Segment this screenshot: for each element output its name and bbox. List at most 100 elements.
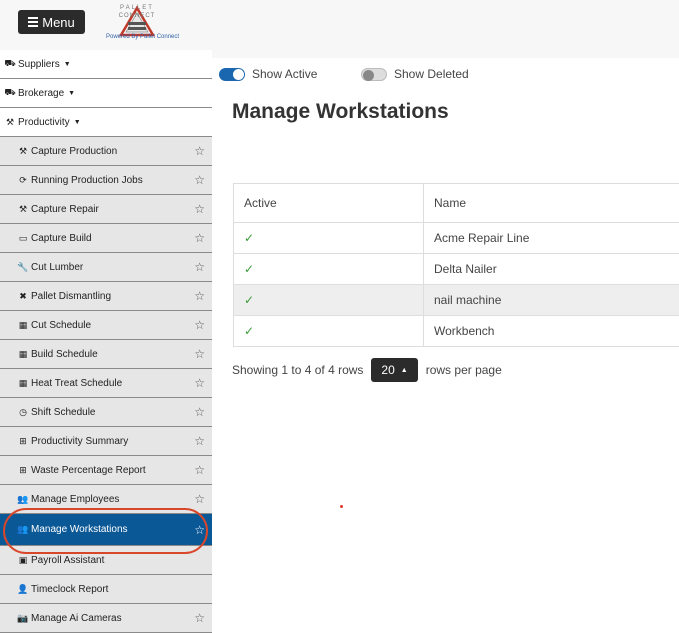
- sidebar-item-label: Running Production Jobs: [31, 174, 143, 186]
- sidebar-item-label: Manage Employees: [31, 493, 120, 505]
- sidebar-section-label: Brokerage: [18, 87, 65, 99]
- star-icon[interactable]: ☆: [194, 347, 205, 361]
- sidebar-item-timeclock-report[interactable]: 👤 Timeclock Report: [0, 575, 212, 604]
- caret-down-icon: ▼: [73, 118, 81, 126]
- table-row[interactable]: ✓ nail machine: [233, 284, 679, 316]
- sidebar-item-label: Capture Production: [31, 145, 118, 157]
- page-title: Manage Workstations: [232, 100, 449, 123]
- menu-button-label: Menu: [42, 14, 75, 30]
- table-row[interactable]: ✓ Acme Repair Line: [233, 222, 679, 254]
- star-icon[interactable]: ☆: [194, 405, 205, 419]
- sidebar-item-label: Build Schedule: [31, 348, 98, 360]
- active-check-icon: ✓: [233, 315, 424, 347]
- workstation-name: Delta Nailer: [423, 253, 679, 285]
- show-active-label: Show Active: [252, 67, 318, 81]
- star-icon[interactable]: ☆: [194, 318, 205, 332]
- star-icon[interactable]: ☆: [194, 492, 205, 506]
- star-icon[interactable]: ☆: [194, 260, 205, 274]
- sidebar-item-waste-percentage-report[interactable]: ⊞ Waste Percentage Report ☆: [0, 456, 212, 485]
- show-deleted-label: Show Deleted: [394, 67, 469, 81]
- active-check-icon: ✓: [233, 284, 424, 316]
- workstation-name: Workbench: [423, 315, 679, 347]
- ruler-icon: ▭: [18, 232, 28, 243]
- page-size-dropdown[interactable]: 20 ▲: [371, 358, 418, 382]
- sidebar-item-cut-schedule[interactable]: ▦ Cut Schedule ☆: [0, 311, 212, 340]
- calendar-icon: ▦: [18, 348, 28, 359]
- workstation-name: nail machine: [423, 284, 679, 316]
- sidebar-item-shift-schedule[interactable]: ◷ Shift Schedule ☆: [0, 398, 212, 427]
- star-icon[interactable]: ☆: [194, 611, 205, 625]
- show-deleted-toggle[interactable]: Show Deleted: [361, 67, 469, 81]
- sidebar-item-label: Shift Schedule: [31, 406, 96, 418]
- refresh-icon: ⟳: [19, 174, 27, 185]
- active-check-icon: ✓: [233, 253, 424, 285]
- sidebar-item-capture-build[interactable]: ▭ Capture Build ☆: [0, 224, 212, 253]
- star-icon[interactable]: ☆: [194, 144, 205, 158]
- star-icon[interactable]: ☆: [194, 376, 205, 390]
- hamburger-icon: [28, 15, 39, 29]
- star-icon[interactable]: ☆: [194, 202, 205, 216]
- pagination-suffix: rows per page: [425, 363, 502, 377]
- sidebar-item-label: Timeclock Report: [31, 583, 109, 595]
- sidebar-item-payroll-assistant[interactable]: ▣ Payroll Assistant: [0, 546, 212, 575]
- hammer-icon: ⚒: [18, 203, 28, 214]
- sidebar-item-label: Pallet Dismantling: [31, 290, 112, 302]
- sidebar-item-pallet-dismantling[interactable]: ✖ Pallet Dismantling ☆: [0, 282, 212, 311]
- star-icon[interactable]: ☆: [194, 289, 205, 303]
- sidebar-item-cut-lumber[interactable]: 🔧 Cut Lumber ☆: [0, 253, 212, 282]
- calendar-icon: ▦: [18, 319, 28, 330]
- svg-text:CONNECT: CONNECT: [119, 13, 156, 19]
- table-header-row: Active Name: [233, 183, 679, 223]
- sidebar-item-label: Capture Build: [31, 232, 92, 244]
- user-clock-icon: 👤: [17, 583, 29, 594]
- truck-icon: ⛟: [4, 87, 16, 97]
- star-icon[interactable]: ☆: [194, 523, 205, 537]
- star-icon[interactable]: ☆: [194, 463, 205, 477]
- pagination-info: Showing 1 to 4 of 4 rows: [232, 363, 364, 377]
- table-row[interactable]: ✓ Workbench: [233, 315, 679, 347]
- sidebar-item-label: Capture Repair: [31, 203, 99, 215]
- sidebar-item-running-production-jobs[interactable]: ⟳ Running Production Jobs ☆: [0, 166, 212, 195]
- toggle-switch[interactable]: [219, 67, 245, 81]
- sidebar-section-brokerage[interactable]: ⛟ Brokerage ▼: [0, 79, 212, 108]
- sidebar-item-build-schedule[interactable]: ▦ Build Schedule ☆: [0, 340, 212, 369]
- hammer-icon: ⚒: [5, 116, 15, 127]
- cursor-dot: [340, 505, 343, 508]
- sidebar: ⛟ Suppliers ▼ ⛟ Brokerage ▼ ⚒ Productivi…: [0, 50, 212, 633]
- column-header-name[interactable]: Name: [423, 183, 679, 223]
- toggle-switch[interactable]: [361, 67, 387, 81]
- truck-icon: ⛟: [4, 58, 16, 68]
- pagination: Showing 1 to 4 of 4 rows 20 ▲ rows per p…: [232, 358, 502, 382]
- sidebar-item-label: Heat Treat Schedule: [31, 377, 123, 389]
- users-icon: 👥: [17, 493, 29, 504]
- sidebar-section-suppliers[interactable]: ⛟ Suppliers ▼: [0, 50, 212, 79]
- caret-down-icon: ▼: [63, 60, 71, 68]
- camera-icon: 📷: [17, 612, 29, 623]
- sidebar-item-manage-workstations[interactable]: 👥 Manage Workstations ☆: [0, 514, 212, 546]
- sidebar-item-label: Cut Schedule: [31, 319, 92, 331]
- page-size-value: 20: [381, 363, 395, 377]
- workstations-table: Active Name ✓ Acme Repair Line ✓ Delta N…: [233, 183, 679, 347]
- sidebar-section-productivity[interactable]: ⚒ Productivity ▼: [0, 108, 212, 137]
- star-icon[interactable]: ☆: [194, 231, 205, 245]
- logo-caption: Powered By Pallet Connect: [106, 34, 180, 40]
- table-icon: ⊞: [19, 435, 27, 446]
- star-icon[interactable]: ☆: [194, 173, 205, 187]
- menu-button[interactable]: Menu: [18, 10, 85, 34]
- hammer-icon: ⚒: [18, 145, 28, 156]
- tools-icon: ✖: [19, 290, 27, 301]
- sidebar-item-productivity-summary[interactable]: ⊞ Productivity Summary ☆: [0, 427, 212, 456]
- show-active-toggle[interactable]: Show Active: [219, 67, 317, 81]
- sidebar-item-capture-repair[interactable]: ⚒ Capture Repair ☆: [0, 195, 212, 224]
- sidebar-item-capture-production[interactable]: ⚒ Capture Production ☆: [0, 137, 212, 166]
- caret-down-icon: ▼: [68, 89, 76, 97]
- calendar-icon: ▦: [18, 377, 28, 388]
- sidebar-item-manage-employees[interactable]: 👥 Manage Employees ☆: [0, 485, 212, 514]
- sidebar-item-heat-treat-schedule[interactable]: ▦ Heat Treat Schedule ☆: [0, 369, 212, 398]
- table-row[interactable]: ✓ Delta Nailer: [233, 253, 679, 285]
- star-icon[interactable]: ☆: [194, 434, 205, 448]
- active-check-icon: ✓: [233, 222, 424, 254]
- sidebar-item-manage-ai-cameras[interactable]: 📷 Manage Ai Cameras ☆: [0, 604, 212, 633]
- column-header-active[interactable]: Active: [233, 183, 424, 223]
- sidebar-item-label: Productivity Summary: [31, 435, 129, 447]
